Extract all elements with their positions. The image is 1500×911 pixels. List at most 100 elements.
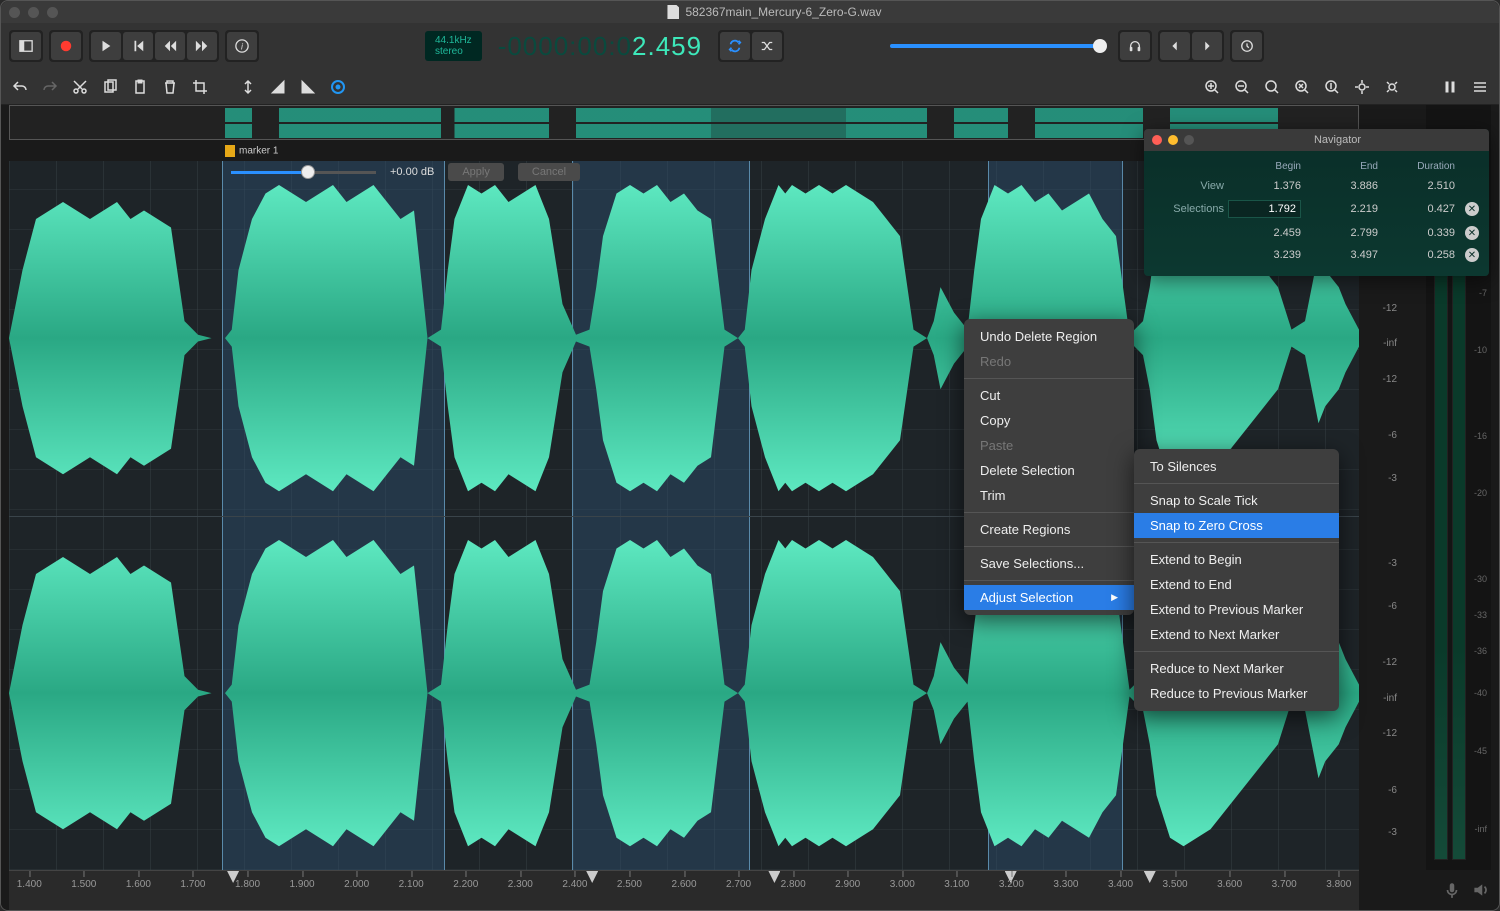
tool-1-button[interactable] — [1351, 76, 1373, 98]
ruler-tick: 3.100 — [944, 879, 969, 890]
rewind-button[interactable] — [155, 32, 185, 60]
tool-2-button[interactable] — [1381, 76, 1403, 98]
columns-button[interactable] — [1439, 76, 1461, 98]
cancel-button[interactable]: Cancel — [518, 163, 580, 181]
ruler-tick: 2.500 — [617, 879, 642, 890]
sub-ext-end[interactable]: Extend to End — [1134, 572, 1339, 597]
transport-toolbar: i 44.1kHz stereo -0000:00:02.459 — [1, 23, 1499, 69]
ctx-save-selections[interactable]: Save Selections... — [964, 551, 1134, 576]
sub-snap-scale[interactable]: Snap to Scale Tick — [1134, 488, 1339, 513]
ruler-tick: 3.500 — [1163, 879, 1188, 890]
menu-button[interactable] — [1469, 76, 1491, 98]
zoom-window-button[interactable] — [47, 7, 58, 18]
ruler-tick: 3.000 — [890, 879, 915, 890]
undo-button[interactable] — [9, 76, 31, 98]
loop-button[interactable] — [720, 32, 750, 60]
zoom-vertical-button[interactable] — [1321, 76, 1343, 98]
headphone-button[interactable] — [1120, 32, 1150, 60]
sub-to-silences[interactable]: To Silences — [1134, 454, 1339, 479]
crop-button[interactable] — [189, 76, 211, 98]
zoom-icon[interactable] — [1184, 135, 1194, 145]
sub-ext-prev[interactable]: Extend to Previous Marker — [1134, 597, 1339, 622]
ctx-copy[interactable]: Copy — [964, 408, 1134, 433]
redo-button[interactable] — [39, 76, 61, 98]
paste-button[interactable] — [129, 76, 151, 98]
selection-begin-input[interactable] — [1228, 200, 1301, 218]
nav-back-button[interactable] — [1160, 32, 1190, 60]
fade-out-button[interactable] — [297, 76, 319, 98]
ruler-tick: 1.800 — [235, 879, 260, 890]
forward-button[interactable] — [187, 32, 217, 60]
info-button[interactable]: i — [227, 32, 257, 60]
fade-in-button[interactable] — [267, 76, 289, 98]
file-icon — [667, 5, 679, 19]
cut-button[interactable] — [69, 76, 91, 98]
ruler-tick: 2.400 — [562, 879, 587, 890]
sub-ext-next[interactable]: Extend to Next Marker — [1134, 622, 1339, 647]
sub-ext-begin[interactable]: Extend to Begin — [1134, 547, 1339, 572]
ruler-tick: 1.400 — [17, 879, 42, 890]
minimize-window-button[interactable] — [28, 7, 39, 18]
sub-red-prev[interactable]: Reduce to Previous Marker — [1134, 681, 1339, 706]
ruler-tick: 3.600 — [1217, 879, 1242, 890]
clear-selection-icon[interactable]: ✕ — [1465, 226, 1479, 240]
filename: 582367main_Mercury-6_Zero-G.wav — [685, 5, 881, 19]
ruler-tick: 1.500 — [71, 879, 96, 890]
ctx-paste: Paste — [964, 433, 1134, 458]
close-icon[interactable] — [1152, 135, 1162, 145]
zoom-fit-button[interactable] — [1291, 76, 1313, 98]
close-window-button[interactable] — [9, 7, 20, 18]
copy-button[interactable] — [99, 76, 121, 98]
nav-forward-button[interactable] — [1192, 32, 1222, 60]
ctx-trim[interactable]: Trim — [964, 483, 1134, 508]
minimize-icon[interactable] — [1168, 135, 1178, 145]
clear-selection-icon[interactable]: ✕ — [1465, 248, 1479, 262]
ruler-tick: 2.900 — [835, 879, 860, 890]
navigator-panel[interactable]: Navigator Begin End Duration View 1.376 … — [1144, 129, 1489, 276]
selection-handle[interactable] — [1144, 871, 1156, 883]
delete-button[interactable] — [159, 76, 181, 98]
apply-button[interactable]: Apply — [448, 163, 504, 181]
zoom-in-button[interactable] — [1201, 76, 1223, 98]
ctx-create-regions[interactable]: Create Regions — [964, 517, 1134, 542]
ctx-redo: Redo — [964, 349, 1134, 374]
gain-value: +0.00 dB — [390, 166, 434, 178]
volume-slider[interactable] — [890, 44, 1100, 48]
edit-toolbar — [1, 69, 1499, 105]
mic-icon[interactable] — [1443, 881, 1461, 902]
sub-red-next[interactable]: Reduce to Next Marker — [1134, 656, 1339, 681]
window-controls — [9, 7, 58, 18]
sub-snap-zero[interactable]: Snap to Zero Cross — [1134, 513, 1339, 538]
gain-controls: +0.00 dB Apply Cancel — [231, 163, 580, 181]
marker-flag-icon[interactable] — [225, 145, 235, 157]
play-button[interactable] — [91, 32, 121, 60]
ruler-tick: 2.100 — [399, 879, 424, 890]
submenu-arrow-icon: ▶ — [1111, 592, 1118, 603]
ctx-delete[interactable]: Delete Selection — [964, 458, 1134, 483]
title-bar: 582367main_Mercury-6_Zero-G.wav — [1, 1, 1499, 23]
context-menu: Undo Delete Region Redo Cut Copy Paste D… — [964, 319, 1134, 615]
ruler-tick: 2.800 — [781, 879, 806, 890]
zoom-out-button[interactable] — [1231, 76, 1253, 98]
svg-text:i: i — [241, 42, 244, 52]
ruler-tick: 3.400 — [1108, 879, 1133, 890]
ctx-adjust-selection[interactable]: Adjust Selection▶ — [964, 585, 1134, 610]
zoom-selection-button[interactable] — [1261, 76, 1283, 98]
go-to-start-button[interactable] — [123, 32, 153, 60]
time-ruler[interactable]: 1.4001.5001.6001.7001.8001.9002.0002.100… — [9, 870, 1359, 910]
sidebar-toggle-button[interactable] — [11, 32, 41, 60]
ctx-cut[interactable]: Cut — [964, 383, 1134, 408]
vertical-tool-button[interactable] — [237, 76, 259, 98]
record-button[interactable] — [51, 32, 81, 60]
effect-button[interactable] — [327, 76, 349, 98]
gain-slider[interactable] — [231, 171, 376, 174]
ctx-undo[interactable]: Undo Delete Region — [964, 324, 1134, 349]
history-button[interactable] — [1232, 32, 1262, 60]
ruler-tick: 3.700 — [1272, 879, 1297, 890]
selection-handle[interactable] — [768, 871, 780, 883]
shuffle-button[interactable] — [752, 32, 782, 60]
speaker-icon[interactable] — [1471, 881, 1489, 902]
clear-selection-icon[interactable]: ✕ — [1465, 202, 1479, 216]
selection-handle[interactable] — [586, 871, 598, 883]
ruler-tick: 3.300 — [1053, 879, 1078, 890]
